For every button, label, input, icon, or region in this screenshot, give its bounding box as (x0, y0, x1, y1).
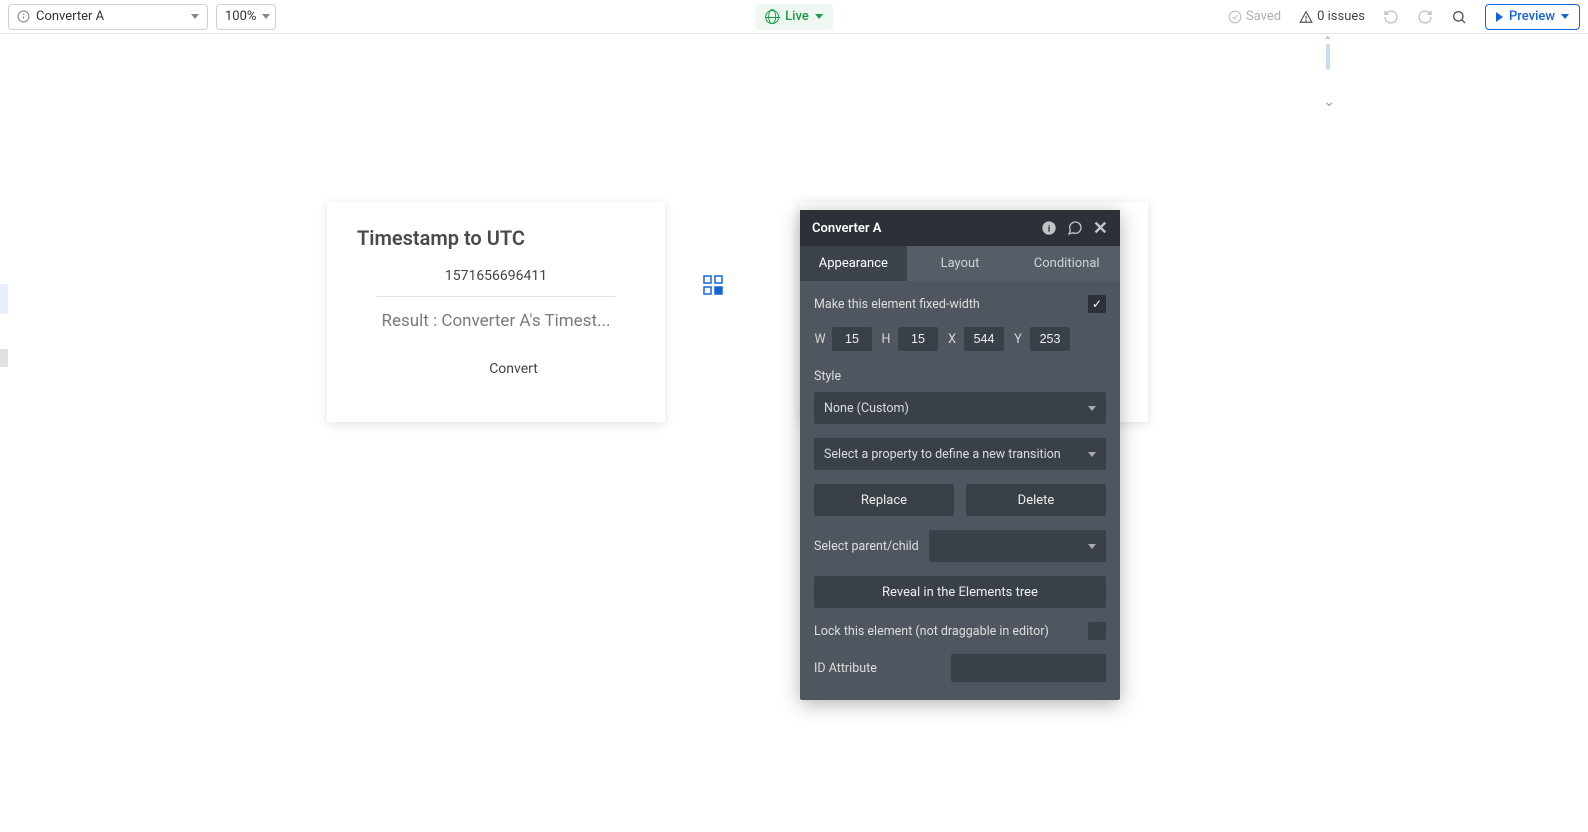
dimension-row: W H X Y (814, 327, 1106, 351)
panel-title: Converter A (812, 221, 882, 236)
resize-handle[interactable] (1326, 44, 1330, 70)
card-title: Timestamp to UTC (357, 226, 635, 250)
svg-text:i: i (1048, 224, 1051, 234)
close-icon[interactable]: ✕ (1093, 218, 1108, 239)
tab-appearance[interactable]: Appearance (800, 246, 907, 281)
chevron-down-icon (1088, 452, 1096, 457)
issues-indicator[interactable]: 0 issues (1299, 9, 1365, 24)
search-button[interactable] (1451, 9, 1467, 25)
tab-conditional[interactable]: Conditional (1013, 246, 1120, 281)
saved-indicator: Saved (1228, 9, 1281, 24)
dim-x-input[interactable] (964, 327, 1004, 351)
tab-layout[interactable]: Layout (907, 246, 1014, 281)
chevron-down-icon (815, 14, 823, 19)
dim-x-label: X (946, 332, 958, 347)
selected-element-handle[interactable] (703, 275, 723, 295)
live-label: Live (785, 9, 809, 24)
topbar: Converter A 100% Live Saved 0 issues (0, 0, 1588, 34)
dim-h-label: H (880, 332, 892, 347)
globe-icon (765, 10, 779, 24)
result-text: Result : Converter A's Timest... (357, 311, 635, 331)
page-selector[interactable]: Converter A (8, 4, 208, 30)
chevron-down-icon (191, 14, 199, 19)
warning-icon (1299, 10, 1313, 24)
undo-icon (1383, 9, 1399, 25)
idattr-label: ID Attribute (814, 661, 951, 676)
fixed-width-checkbox[interactable]: ✓ (1088, 295, 1106, 313)
left-gutter-marker (0, 349, 8, 367)
info-icon[interactable]: i (1041, 220, 1057, 236)
idattr-input[interactable] (951, 654, 1106, 682)
info-icon (17, 10, 30, 23)
delete-button[interactable]: Delete (966, 484, 1106, 516)
canvas[interactable]: ⌃ ⌄ Timestamp to UTC 1571656696411 Resul… (0, 34, 1588, 832)
convert-button[interactable]: Convert (357, 361, 635, 377)
timestamp-card[interactable]: Timestamp to UTC 1571656696411 Result : … (327, 202, 665, 422)
play-icon (1496, 12, 1503, 22)
dim-h-input[interactable] (898, 327, 938, 351)
redo-button[interactable] (1417, 9, 1433, 25)
fixed-width-label: Make this element fixed-width (814, 297, 1088, 312)
chevron-down-icon (1088, 406, 1096, 411)
chevron-down-icon (262, 14, 270, 19)
dim-y-label: Y (1012, 332, 1024, 347)
dim-w-label: W (814, 332, 826, 347)
collapse-icon[interactable]: ⌄ (1323, 94, 1335, 110)
property-panel: Converter A i ✕ Appearance Layout Condit… (800, 210, 1120, 700)
style-label: Style (814, 369, 1106, 384)
lock-label: Lock this element (not draggable in edit… (814, 624, 1088, 639)
lock-checkbox[interactable] (1088, 622, 1106, 640)
style-select[interactable]: None (Custom) (814, 392, 1106, 424)
panel-body: Make this element fixed-width ✓ W H X Y … (800, 281, 1120, 700)
check-circle-icon (1228, 10, 1242, 24)
left-gutter-highlight (0, 284, 8, 314)
preview-button[interactable]: Preview (1485, 4, 1580, 30)
redo-icon (1417, 9, 1433, 25)
page-name: Converter A (36, 9, 104, 24)
undo-button[interactable] (1383, 9, 1399, 25)
dim-y-input[interactable] (1030, 327, 1070, 351)
zoom-selector[interactable]: 100% (216, 4, 276, 30)
live-dropdown[interactable]: Live (755, 4, 833, 30)
panel-header[interactable]: Converter A i ✕ (800, 210, 1120, 246)
divider (377, 296, 615, 297)
timestamp-value: 1571656696411 (357, 268, 635, 296)
replace-button[interactable]: Replace (814, 484, 954, 516)
parent-select[interactable] (929, 530, 1106, 562)
panel-tabs: Appearance Layout Conditional (800, 246, 1120, 281)
transition-select[interactable]: Select a property to define a new transi… (814, 438, 1106, 470)
zoom-value: 100% (225, 9, 256, 24)
dim-w-input[interactable] (832, 327, 872, 351)
comment-icon[interactable] (1067, 220, 1083, 236)
parent-label: Select parent/child (814, 539, 919, 554)
reveal-button[interactable]: Reveal in the Elements tree (814, 576, 1106, 608)
chevron-down-icon (1088, 544, 1096, 549)
search-icon (1451, 9, 1467, 25)
chevron-down-icon (1561, 14, 1569, 19)
